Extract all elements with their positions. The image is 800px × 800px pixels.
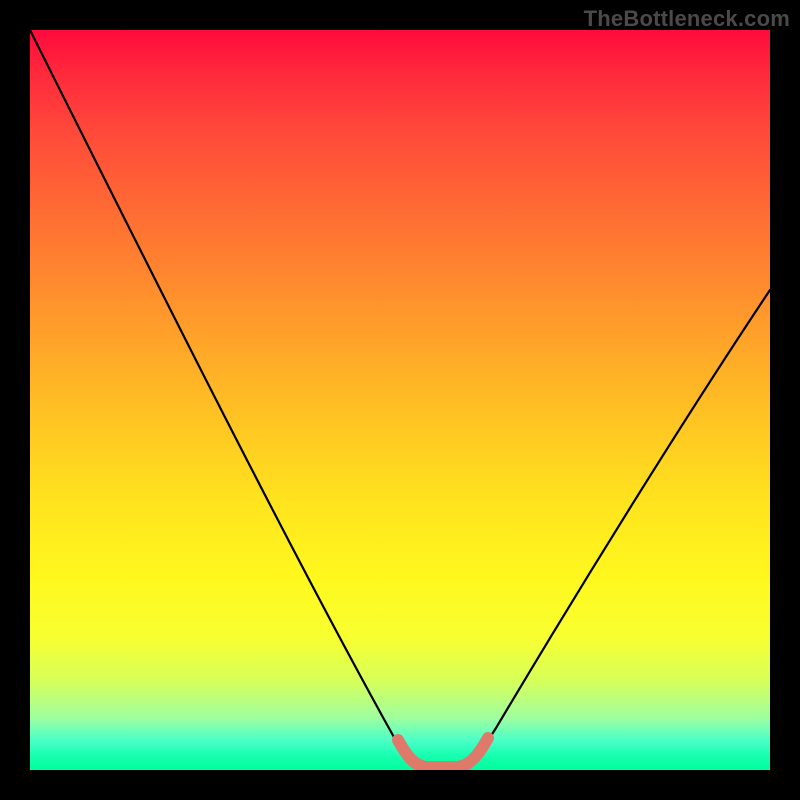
chart-frame: TheBottleneck.com xyxy=(0,0,800,800)
watermark-text: TheBottleneck.com xyxy=(584,6,790,32)
curve-flat-bottom xyxy=(398,738,488,767)
plot-area xyxy=(30,30,770,770)
bottleneck-curve xyxy=(30,30,770,770)
curve-main xyxy=(30,30,770,766)
